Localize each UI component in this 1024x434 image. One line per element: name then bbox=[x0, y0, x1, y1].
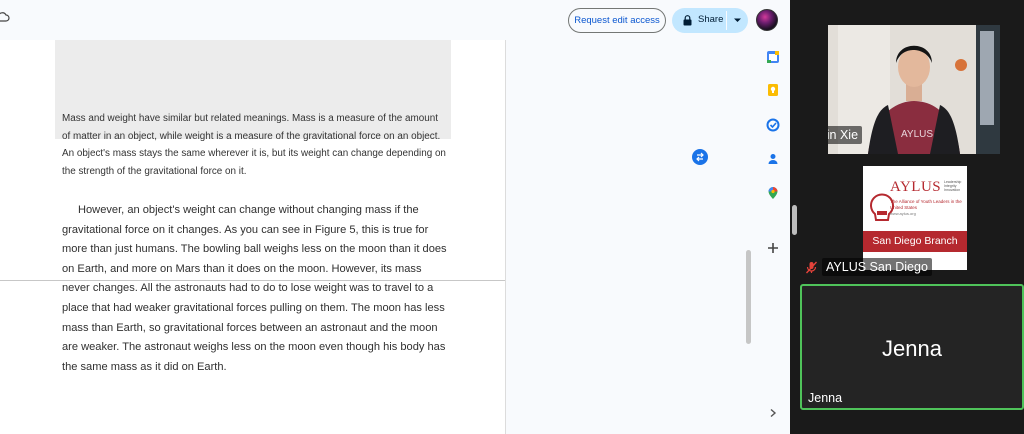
keep-icon[interactable] bbox=[766, 83, 780, 97]
google-docs-window: Request edit access Share Mass and weigh… bbox=[0, 0, 790, 434]
share-divider bbox=[726, 11, 727, 30]
tasks-icon[interactable] bbox=[766, 118, 780, 132]
participant-name-colin: Colin Xie bbox=[828, 126, 863, 144]
panel-resize-handle[interactable] bbox=[792, 205, 797, 235]
aylus-tagline-innovation: Innovation bbox=[944, 188, 961, 192]
aylus-website: www.aylus.org bbox=[890, 211, 916, 216]
contacts-icon[interactable] bbox=[766, 152, 780, 166]
cloud-saved-icon bbox=[0, 12, 10, 22]
request-edit-access-button[interactable]: Request edit access bbox=[568, 8, 666, 33]
aylus-logo-taglines: Leadership Integrity Innovation bbox=[944, 180, 961, 192]
video-tile-aylus[interactable]: AYLUS Leadership Integrity Innovation Th… bbox=[863, 166, 967, 270]
svg-text:AYLUS: AYLUS bbox=[901, 129, 933, 140]
add-icon[interactable] bbox=[766, 241, 780, 255]
participant-initial-name-jenna: Jenna bbox=[882, 336, 942, 361]
document-canvas[interactable]: Mass and weight have similar but related… bbox=[0, 40, 751, 434]
aylus-branch-label: San Diego Branch bbox=[872, 235, 958, 247]
participant-name-aylus: AYLUS San Diego bbox=[822, 258, 932, 276]
vertical-scrollbar[interactable] bbox=[746, 250, 751, 344]
video-tile-colin[interactable]: AYLUS Colin Xie bbox=[828, 25, 1000, 154]
mic-muted-icon bbox=[805, 261, 818, 274]
chevron-down-icon[interactable] bbox=[733, 17, 742, 24]
body-paragraph: However, an object's weight can change w… bbox=[62, 201, 452, 377]
video-tile-jenna[interactable]: Jenna Jenna bbox=[800, 284, 1024, 410]
side-panel bbox=[760, 40, 786, 434]
aylus-logo-title: AYLUS bbox=[890, 179, 942, 195]
chevron-right-icon[interactable] bbox=[766, 406, 780, 420]
account-avatar[interactable] bbox=[756, 9, 778, 31]
callout-text: Mass and weight have similar but related… bbox=[62, 113, 446, 177]
maps-icon[interactable] bbox=[766, 186, 780, 200]
share-button[interactable]: Share bbox=[672, 8, 748, 33]
aylus-full-name: The Alliance of Youth Leaders in the Uni… bbox=[890, 199, 962, 210]
lock-icon bbox=[683, 15, 692, 26]
edit-suggestion-button[interactable] bbox=[692, 149, 708, 165]
docs-toolbar: Request edit access Share bbox=[0, 0, 790, 40]
body-paragraph-text: However, an object's weight can change w… bbox=[62, 204, 447, 373]
calendar-icon[interactable] bbox=[766, 50, 780, 64]
share-button-label: Share bbox=[698, 14, 724, 25]
document-page[interactable]: Mass and weight have similar but related… bbox=[0, 40, 506, 434]
swap-icon bbox=[696, 152, 704, 162]
participant-name-jenna: Jenna bbox=[808, 391, 843, 405]
